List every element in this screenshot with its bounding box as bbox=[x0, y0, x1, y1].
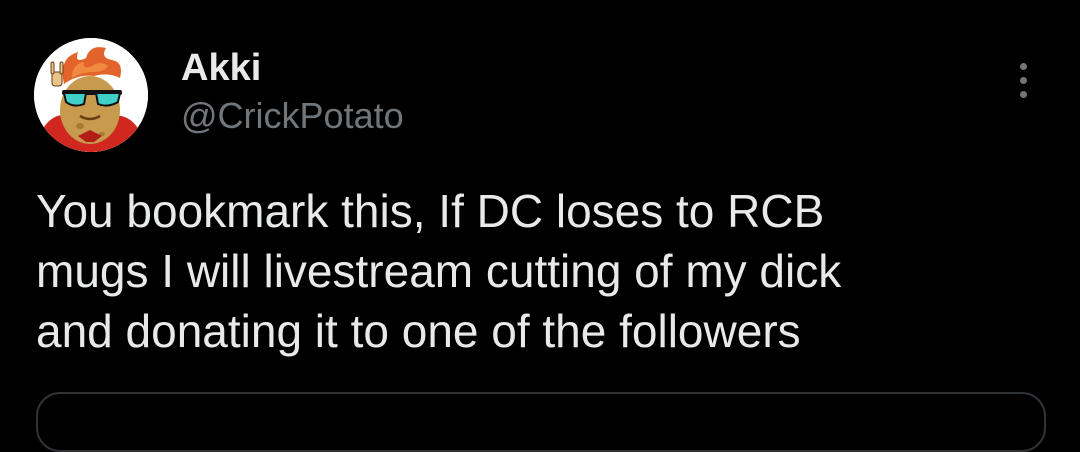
user-handle[interactable]: @CrickPotato bbox=[181, 94, 404, 138]
embedded-card[interactable] bbox=[36, 392, 1046, 452]
potato-avatar-icon bbox=[34, 38, 148, 152]
more-vertical-icon-dot bbox=[1019, 76, 1027, 84]
more-vertical-icon-dot bbox=[1019, 90, 1027, 98]
avatar[interactable] bbox=[34, 38, 148, 152]
more-vertical-icon bbox=[1019, 62, 1027, 70]
tweet: Akki @CrickPotato You bookmark this, If … bbox=[0, 0, 1080, 452]
more-options-button[interactable] bbox=[1005, 58, 1041, 102]
display-name[interactable]: Akki bbox=[181, 46, 261, 90]
tweet-text: You bookmark this, If DC loses to RCB mu… bbox=[36, 185, 842, 357]
